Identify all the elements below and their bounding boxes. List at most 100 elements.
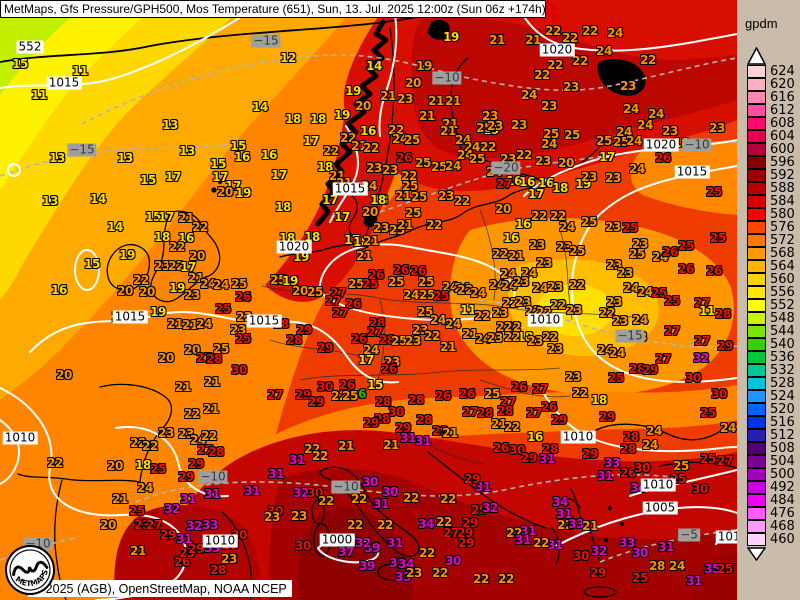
- temp-label: 22: [312, 449, 328, 463]
- temp-label: 29: [178, 470, 194, 484]
- temp-label: 33: [604, 456, 620, 470]
- temp-label: 22: [572, 54, 588, 68]
- temp-label: 22: [474, 309, 490, 323]
- temp-label: 21: [130, 544, 146, 558]
- temp-label: 31: [204, 487, 220, 501]
- temp-label: 29: [317, 341, 333, 355]
- temp-label: 17: [528, 187, 544, 201]
- temp-label: 29: [464, 472, 480, 486]
- temp-label: 18: [154, 230, 170, 244]
- scale-swatch: [747, 91, 766, 104]
- temp-label: 14: [107, 220, 123, 234]
- temp-label: 31: [244, 484, 260, 498]
- temp-label: 18: [310, 112, 326, 126]
- temp-label: 31: [400, 431, 416, 445]
- map-canvas[interactable]: 1511111313131315161517151717201912141419…: [0, 0, 737, 600]
- temp-label: 16: [51, 283, 67, 297]
- temp-label: 30: [231, 363, 247, 377]
- temp-label: 26: [511, 380, 527, 394]
- temp-label: 22: [545, 24, 561, 38]
- temp-label: 22: [498, 572, 514, 586]
- temp-label: 11: [699, 304, 715, 318]
- temp-label: 31: [268, 467, 284, 481]
- temp-label: 25: [469, 152, 485, 166]
- scale-swatch: [747, 312, 766, 325]
- pressure-label: 1010: [203, 535, 238, 548]
- temp-label: 25: [564, 128, 580, 142]
- temp-label: 25: [215, 302, 231, 316]
- temp-label: 22: [377, 518, 393, 532]
- scale-swatch: [747, 65, 766, 78]
- temp-label: 15: [367, 378, 383, 392]
- temp-label: 23: [620, 79, 636, 93]
- temp-label: 20: [362, 205, 378, 219]
- temp-label: 26: [368, 268, 384, 282]
- gph-label: 552: [17, 41, 44, 54]
- temp-label: 21: [442, 426, 458, 440]
- temp-label: 29: [582, 447, 598, 461]
- temp-label: 21: [419, 109, 435, 123]
- temp-label: 29: [642, 363, 658, 377]
- scale-swatch: [747, 494, 766, 507]
- temp-label: 29: [458, 536, 474, 550]
- scale-swatch: [747, 247, 766, 260]
- temp-label: 26: [459, 387, 475, 401]
- temp-label: 31: [387, 536, 403, 550]
- temp-label: 25: [235, 332, 251, 346]
- temp-label: 22: [473, 572, 489, 586]
- temp-label: 23: [527, 334, 543, 348]
- title-bar: MetMaps, Gfs Pressure/GPH500, Mos Temper…: [0, 0, 546, 18]
- temp-label: 25: [581, 215, 597, 229]
- temp-label: 23: [581, 170, 597, 184]
- temp-label: 39: [359, 559, 375, 573]
- scale-swatch: [747, 130, 766, 143]
- scale-swatch: [747, 377, 766, 390]
- temp-label: 18: [591, 393, 607, 407]
- temp-label: 23: [541, 99, 557, 113]
- temp-label: 22: [403, 491, 419, 505]
- temp-label: 24: [196, 317, 212, 331]
- temp-label: 18: [275, 200, 291, 214]
- pressure-label: 1015: [675, 166, 710, 179]
- scale-swatch: [747, 182, 766, 195]
- temp-label: 28: [497, 404, 513, 418]
- temp-label: 16: [503, 231, 519, 245]
- temp-label: 25: [411, 190, 427, 204]
- scale-swatch: [747, 260, 766, 273]
- scale-swatch: [747, 325, 766, 338]
- temp-label: 25: [342, 389, 358, 403]
- temp-label: 24: [559, 220, 575, 234]
- temp-label: 25: [433, 289, 449, 303]
- temp-label: 30: [445, 554, 461, 568]
- temp-label: 13: [42, 194, 58, 208]
- temp-label: 29: [188, 542, 204, 556]
- temp-label: 25: [231, 277, 247, 291]
- temp-label: 22: [347, 518, 363, 532]
- temp-label: 22: [169, 240, 185, 254]
- pressure-label: 1020: [540, 44, 575, 57]
- temp-label: 28: [206, 352, 222, 366]
- temp-label: 21: [525, 33, 541, 47]
- scale-swatch: [747, 351, 766, 364]
- temp-label: 16: [527, 430, 543, 444]
- map-label-layer: 1511111313131315161517151717201912141419…: [0, 0, 737, 600]
- scale-swatch: [747, 208, 766, 221]
- temp-label: 14: [90, 192, 106, 206]
- temp-label: 16: [234, 150, 250, 164]
- temp-label: 23: [382, 163, 398, 177]
- temp-label: 28: [408, 393, 424, 407]
- temp-label: 30: [634, 461, 650, 475]
- temp-label: 31: [373, 497, 389, 511]
- temp-contour-label: −15: [251, 35, 280, 48]
- temp-label: 23: [487, 119, 503, 133]
- temp-label: 22: [550, 298, 566, 312]
- scale-swatch: [747, 403, 766, 416]
- temp-label: 13: [49, 151, 65, 165]
- temp-label: 12: [280, 51, 296, 65]
- temp-label: 26: [381, 362, 397, 376]
- metmaps-weather-app: { "title_bar": {"text": "MetMaps, Gfs Pr…: [0, 0, 800, 600]
- scale-swatch: [747, 390, 766, 403]
- temp-label: 17: [158, 210, 174, 224]
- temp-label: 22: [516, 148, 532, 162]
- temp-label: 16: [261, 148, 277, 162]
